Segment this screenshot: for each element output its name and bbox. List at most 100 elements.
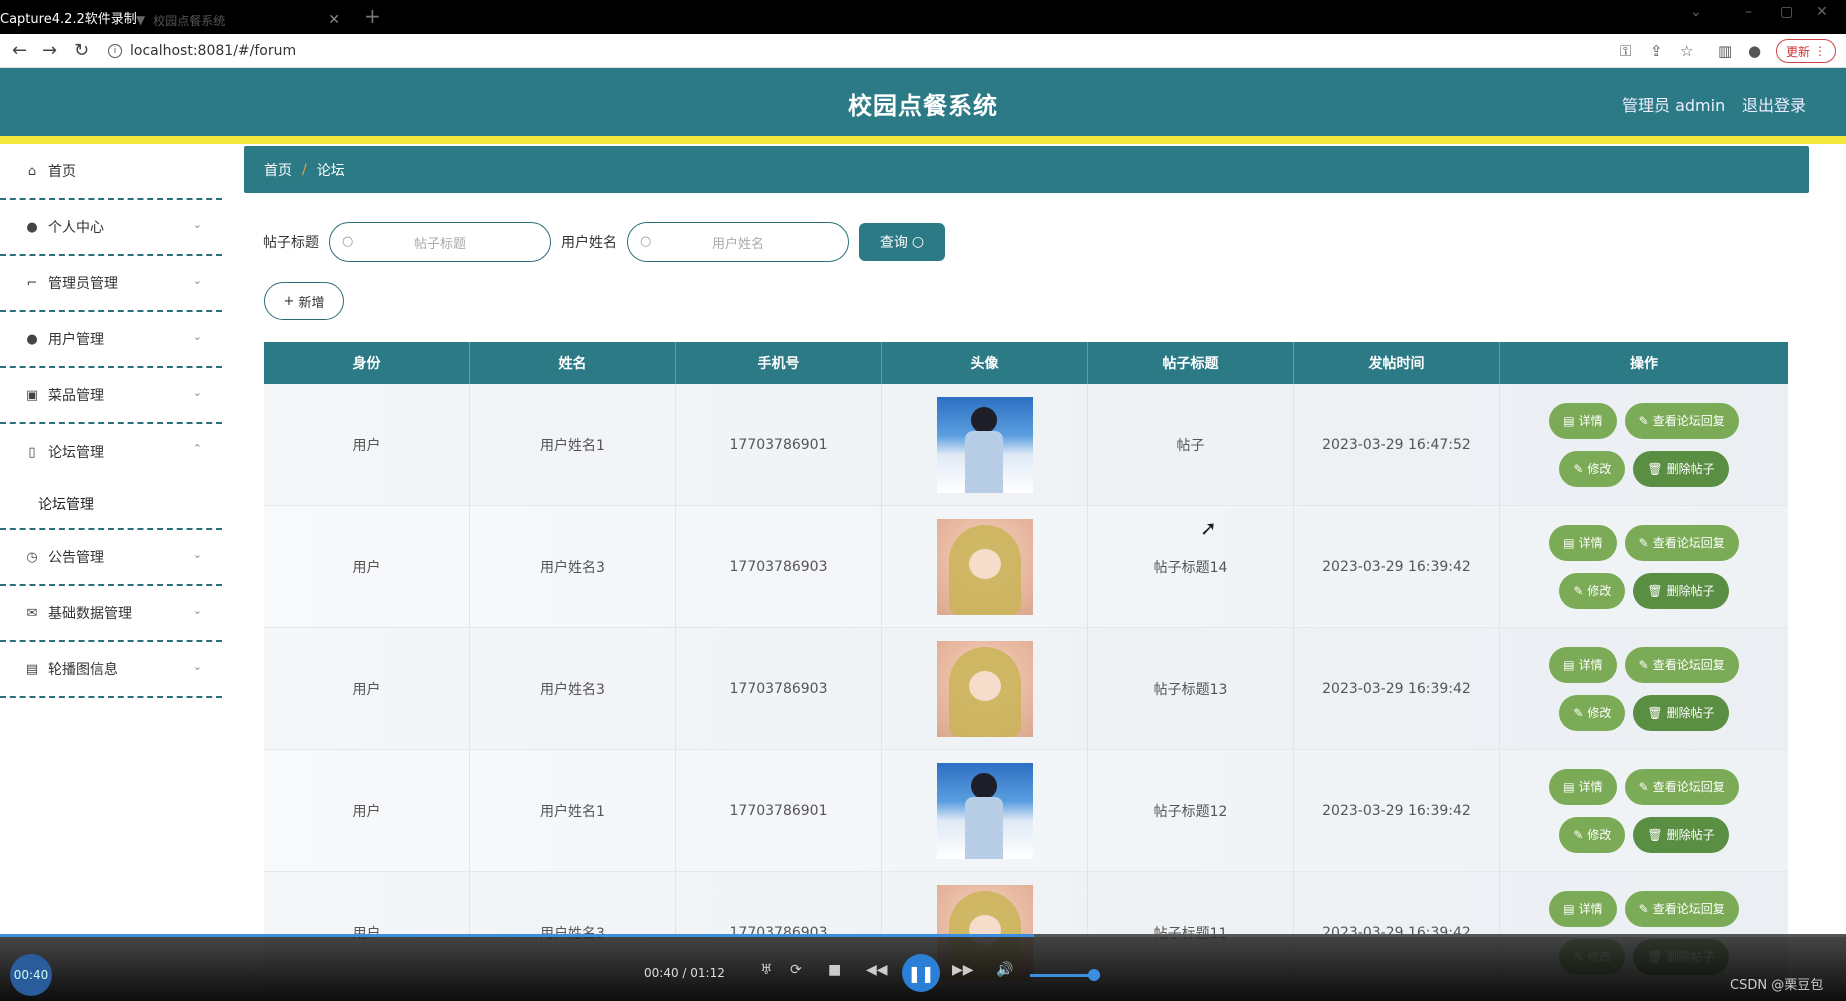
delete-button[interactable]: 🗑删除帖子 xyxy=(1633,572,1729,609)
cell-actions: ▤详情 ✎查看论坛回复 ✎修改 🗑删除帖子 xyxy=(1500,628,1788,749)
table-body: 用户 用户姓名1 17703786901 帖子 2023-03-29 16:47:52 … xyxy=(264,384,1788,994)
sidebar-item-personal[interactable]: ● 个人中心 ⌄ xyxy=(0,200,222,256)
edit-icon: ✎ xyxy=(1638,901,1649,916)
share-icon[interactable]: ⇪ xyxy=(1650,42,1663,60)
effect-icon[interactable]: ♅ xyxy=(760,962,773,978)
profile-icon[interactable]: ● xyxy=(1748,42,1761,60)
browser-toolbar: ← → ↻ i localhost:8081/#/forum ⚿ ⇪ ☆ ▥ ●… xyxy=(0,34,1846,68)
chevron-down-icon[interactable]: ⌄ xyxy=(1690,4,1702,20)
cell-post-time: 2023-03-29 16:39:42 xyxy=(1294,628,1500,749)
sidebar-item-users[interactable]: ● 用户管理 ⌄ xyxy=(0,312,222,368)
breadcrumb-current: 论坛 xyxy=(316,162,345,179)
stop-icon[interactable]: ■ xyxy=(828,962,841,978)
edit-icon: ✎ xyxy=(1573,827,1584,842)
reply-label: 查看论坛回复 xyxy=(1652,658,1725,672)
column-header: 头像 xyxy=(882,342,1088,384)
edit-button[interactable]: ✎修改 xyxy=(1559,572,1626,609)
fast-forward-icon[interactable]: ▶▶ xyxy=(952,962,974,978)
address-bar[interactable]: i localhost:8081/#/forum xyxy=(108,39,296,63)
search-icon: ○ xyxy=(342,234,354,249)
tab-close-icon[interactable]: ✕ xyxy=(328,12,340,28)
breadcrumb-home[interactable]: 首页 xyxy=(264,160,292,180)
maximize-icon[interactable]: ▢ xyxy=(1780,4,1793,20)
volume-icon[interactable]: 🔊 xyxy=(996,962,1013,978)
delete-label: 删除帖子 xyxy=(1666,828,1715,842)
playback-progress[interactable] xyxy=(0,934,1846,937)
view-reply-button[interactable]: ✎ 查看论坛回复 xyxy=(1624,402,1739,439)
tab-favicon-icon: ▼ xyxy=(136,13,146,27)
sidebar-item-dishes[interactable]: ▣ 菜品管理 ⌄ xyxy=(0,368,222,424)
query-button[interactable]: 查询 ○ xyxy=(859,223,945,261)
sidebar-item-carousel[interactable]: ▤ 轮播图信息 ⌄ xyxy=(0,642,222,698)
cell-post-title: 帖子标题14 xyxy=(1088,506,1294,627)
column-header: 身份 xyxy=(264,342,470,384)
edit-button[interactable]: ✎修改 xyxy=(1559,694,1626,731)
edit-button[interactable]: ✎修改 xyxy=(1559,450,1626,487)
edit-button[interactable]: ✎修改 xyxy=(1559,816,1626,853)
pause-button[interactable]: ❚❚ xyxy=(902,954,940,992)
sidebar-item-basedata[interactable]: ✉ 基础数据管理 ⌄ xyxy=(0,586,222,642)
add-button[interactable]: + 新增 xyxy=(264,282,344,320)
loop-icon[interactable]: ⟳ xyxy=(790,962,802,978)
view-reply-button[interactable]: ✎ 查看论坛回复 xyxy=(1624,890,1739,927)
sidepanel-icon[interactable]: ▥ xyxy=(1718,42,1732,60)
sidebar-item-home[interactable]: ⌂ 首页 xyxy=(0,144,222,200)
breadcrumb-separator: / xyxy=(302,161,307,178)
key-icon[interactable]: ⚿ xyxy=(1620,42,1631,60)
star-icon[interactable]: ☆ xyxy=(1680,42,1693,60)
table-row: 用户 用户姓名1 17703786901 帖子 2023-03-29 16:47:52 … xyxy=(264,384,1788,506)
browser-tab-strip: Capture4.2.2软件录制 ▼ 校园点餐系统 ✕ + ⌄ – ▢ ✕ xyxy=(0,0,1846,34)
volume-knob[interactable] xyxy=(1088,969,1100,981)
document-icon: ▤ xyxy=(1563,657,1575,672)
detail-button[interactable]: ▤ 详情 xyxy=(1549,646,1617,683)
breadcrumb: 首页 / 论坛 xyxy=(244,146,1809,193)
view-reply-button[interactable]: ✎ 查看论坛回复 xyxy=(1624,768,1739,805)
avatar[interactable] xyxy=(936,396,1033,493)
sidebar-item-admin[interactable]: ⌐ 管理员管理 ⌄ xyxy=(0,256,222,312)
browser-tab[interactable]: ▼ 校园点餐系统 ✕ xyxy=(128,6,348,34)
avatar[interactable] xyxy=(936,762,1033,859)
view-reply-button[interactable]: ✎ 查看论坛回复 xyxy=(1624,524,1739,561)
window-close-icon[interactable]: ✕ xyxy=(1816,4,1828,20)
chevron-down-icon: ⌄ xyxy=(192,274,202,287)
reload-icon[interactable]: ↻ xyxy=(74,40,89,61)
progress-fill xyxy=(0,934,1034,937)
logout-link[interactable]: 退出登录 xyxy=(1742,92,1806,116)
sidebar-item-notice[interactable]: ◷ 公告管理 ⌄ xyxy=(0,530,222,586)
title-search-input[interactable]: ○ 帖子标题 xyxy=(329,222,551,262)
minimize-icon[interactable]: – xyxy=(1745,4,1752,20)
site-info-icon[interactable]: i xyxy=(108,44,122,58)
query-label: 查询 xyxy=(879,235,908,251)
cell-post-time: 2023-03-29 16:39:42 xyxy=(1294,750,1500,871)
rewind-icon[interactable]: ◀◀ xyxy=(866,962,888,978)
delete-button[interactable]: 🗑删除帖子 xyxy=(1633,694,1729,731)
action-row: ✎修改 🗑删除帖子 xyxy=(1559,816,1729,853)
avatar[interactable] xyxy=(936,518,1033,615)
detail-button[interactable]: ▤ 详情 xyxy=(1549,524,1617,561)
clock-icon: ◷ xyxy=(26,549,38,565)
detail-button[interactable]: ▤ 详情 xyxy=(1549,768,1617,805)
update-button[interactable]: 更新 ⋮ xyxy=(1776,39,1836,63)
clipboard-icon: ▣ xyxy=(25,387,39,403)
detail-button[interactable]: ▤ 详情 xyxy=(1549,890,1617,927)
name-search-placeholder: 用户姓名 xyxy=(711,236,764,252)
delete-button[interactable]: 🗑删除帖子 xyxy=(1633,450,1729,487)
detail-button[interactable]: ▤ 详情 xyxy=(1549,402,1617,439)
delete-button[interactable]: 🗑删除帖子 xyxy=(1633,816,1729,853)
detail-label: 详情 xyxy=(1578,780,1603,794)
view-reply-button[interactable]: ✎ 查看论坛回复 xyxy=(1624,646,1739,683)
table-row: 用户 用户姓名3 17703786903 帖子标题14 2023-03-29 16:39… xyxy=(264,506,1788,628)
avatar[interactable] xyxy=(936,640,1033,737)
forum-table: 身份 姓名 手机号 头像 帖子标题 发帖时间 操作 用户 用户姓名1 1770378… xyxy=(264,342,1788,994)
detail-label: 详情 xyxy=(1578,658,1603,672)
sidebar-subitem-forum[interactable]: 论坛管理 xyxy=(0,480,222,528)
name-search-input[interactable]: ○ 用户姓名 xyxy=(627,222,849,262)
cell-role: 用户 xyxy=(264,384,470,505)
forward-icon[interactable]: → xyxy=(42,40,57,61)
sidebar-item-forum[interactable]: ▯ 论坛管理 ⌃ xyxy=(0,424,222,480)
sidebar-item-label: 基础数据管理 xyxy=(48,606,132,622)
cell-role: 用户 xyxy=(264,750,470,871)
cell-avatar xyxy=(882,750,1088,871)
new-tab-icon[interactable]: + xyxy=(364,4,381,28)
back-icon[interactable]: ← xyxy=(12,40,27,61)
